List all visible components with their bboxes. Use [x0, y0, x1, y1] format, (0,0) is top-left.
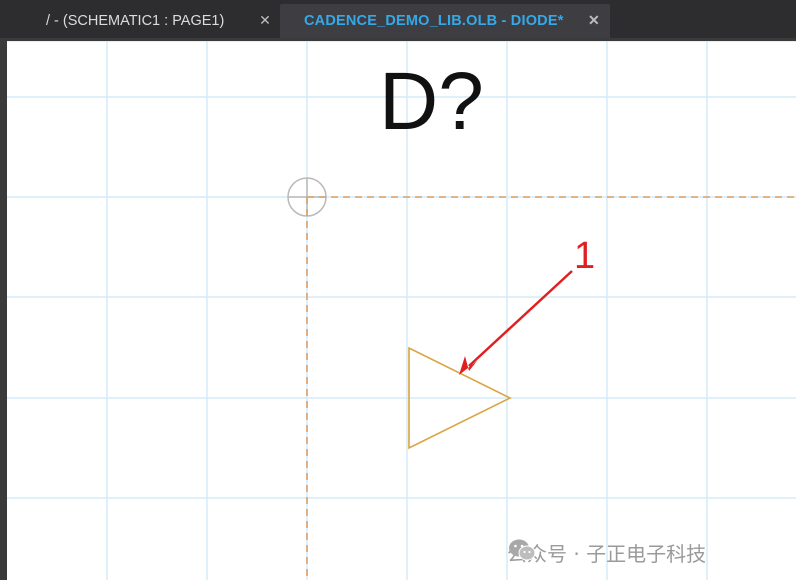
annotation-arrow	[459, 270, 573, 375]
tab-cadence-demo-lib-diode[interactable]: CADENCE_DEMO_LIB.OLB - DIODE* ✕	[280, 4, 610, 38]
tab-label: CADENCE_DEMO_LIB.OLB - DIODE*	[304, 13, 564, 29]
part-editor-canvas[interactable]: D? 1 公众号 · 子正电子科技	[7, 41, 796, 580]
wechat-icon	[509, 539, 536, 561]
tab-label: / - (SCHEMATIC1 : PAGE1)	[46, 13, 225, 29]
tab-schematic1-page1[interactable]: / - (SCHEMATIC1 : PAGE1) ✕	[0, 4, 277, 38]
canvas-frame: D? 1 公众号 · 子正电子科技	[0, 38, 796, 580]
annotation-number: 1	[574, 235, 596, 277]
close-icon[interactable]: ✕	[257, 12, 273, 28]
part-reference-label[interactable]: D?	[379, 61, 484, 143]
document-tab-bar: / - (SCHEMATIC1 : PAGE1) ✕ CADENCE_DEMO_…	[0, 0, 796, 38]
watermark: 公众号 · 子正电子科技	[507, 538, 706, 567]
close-icon[interactable]: ✕	[586, 12, 602, 28]
